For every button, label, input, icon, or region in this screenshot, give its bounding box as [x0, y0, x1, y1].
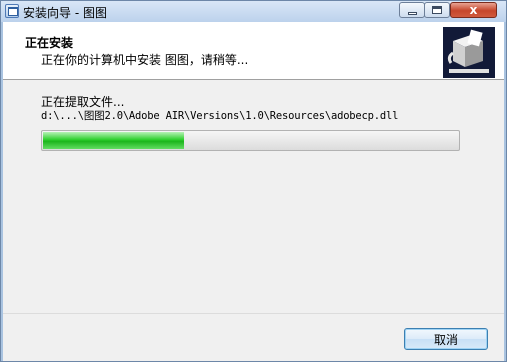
- page-title: 正在安装: [25, 36, 74, 50]
- installer-box-logo: [443, 27, 495, 78]
- title-bar[interactable]: 安装向导 - 图图 x: [1, 1, 506, 22]
- close-button[interactable]: x: [450, 2, 497, 18]
- client-area: 正在安装 正在你的计算机中安装 图图，请稍等... 正在提取文件... d:\.…: [3, 22, 504, 361]
- page-subtitle: 正在你的计算机中安装 图图，请稍等...: [41, 53, 249, 67]
- minimize-icon: [407, 11, 417, 15]
- window-title: 安装向导 - 图图: [23, 6, 107, 20]
- close-icon: x: [469, 3, 478, 17]
- progress-fill: [43, 132, 184, 149]
- current-file-path: d:\...\图图2.0\Adobe AIR\Versions\1.0\Reso…: [41, 110, 399, 122]
- wizard-header: 正在安装 正在你的计算机中安装 图图，请稍等...: [3, 22, 504, 80]
- installer-icon: [5, 4, 19, 18]
- cancel-button[interactable]: 取消: [404, 328, 488, 350]
- maximize-button[interactable]: [424, 2, 450, 18]
- minimize-button[interactable]: [399, 2, 425, 18]
- progress-bar: [41, 130, 460, 151]
- footer-divider: [3, 313, 504, 314]
- installer-window: 安装向导 - 图图 x 正在安装 正在你的计算机中安装 图图，请稍等... 正在…: [0, 0, 507, 362]
- maximize-icon: [432, 6, 442, 14]
